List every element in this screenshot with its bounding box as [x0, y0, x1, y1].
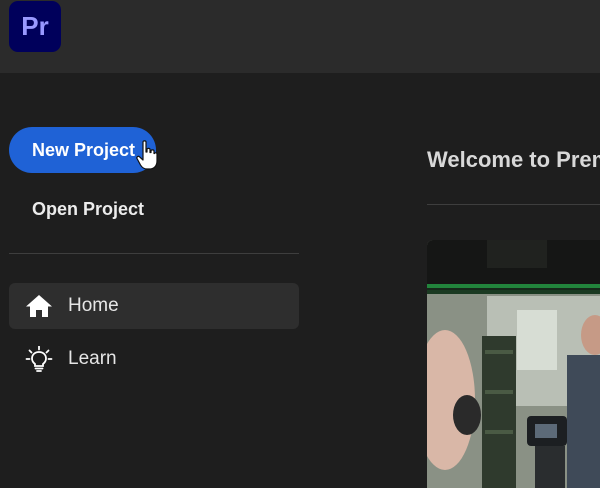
- open-project-button[interactable]: Open Project: [32, 197, 144, 221]
- premiere-pro-logo: Pr: [9, 1, 61, 52]
- home-icon: [26, 295, 52, 317]
- sidebar-item-home[interactable]: Home: [9, 283, 299, 329]
- welcome-heading: Welcome to Premiere Pro: [427, 147, 600, 172]
- lightbulb-icon: [25, 346, 53, 372]
- sidebar-item-home-label: Home: [68, 295, 119, 316]
- sidebar-divider: [9, 253, 299, 254]
- tutorial-thumbnail[interactable]: [427, 240, 600, 488]
- thumbnail-image: [427, 240, 600, 488]
- top-bar: Pr: [0, 0, 600, 73]
- sidebar-item-learn[interactable]: Learn: [9, 336, 299, 382]
- sidebar-item-learn-label: Learn: [68, 348, 117, 369]
- new-project-button[interactable]: New Project: [9, 127, 156, 173]
- content-divider: [427, 204, 600, 205]
- new-project-label: New Project: [32, 139, 136, 160]
- hand-cursor-icon: [136, 140, 158, 170]
- logo-text: Pr: [21, 11, 49, 41]
